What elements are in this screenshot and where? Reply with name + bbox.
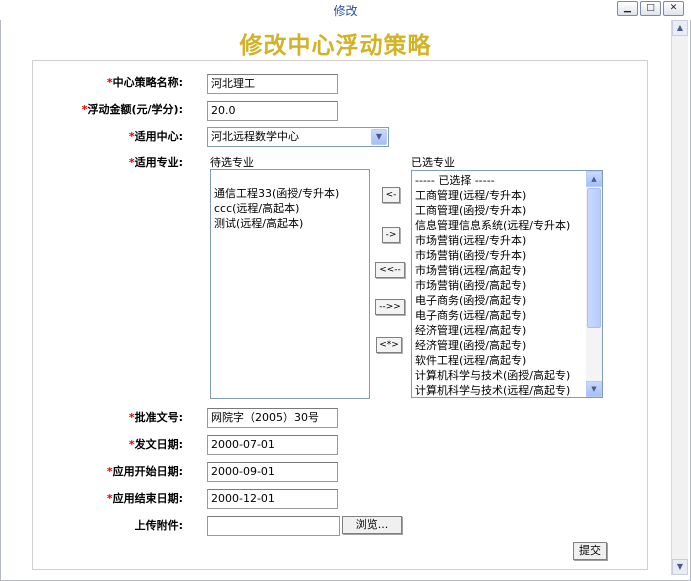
end-date-label: *应用结束日期: bbox=[106, 492, 183, 505]
minimize-icon[interactable]: ▁ bbox=[617, 1, 638, 16]
list-item[interactable]: 通信工程33(函授/专升本) bbox=[211, 186, 369, 201]
swap-button[interactable]: <*> bbox=[376, 337, 402, 353]
available-majors-list[interactable]: 通信工程33(函授/专升本) ccc(远程/高起本) 测试(远程/高起本) bbox=[210, 169, 370, 399]
center-select-value: 河北远程数学中心 bbox=[211, 130, 299, 143]
scroll-up-icon[interactable]: ▲ bbox=[586, 171, 602, 187]
available-majors-caption: 待选专业 bbox=[210, 156, 254, 169]
majors-label: *适用专业: bbox=[128, 156, 183, 169]
attachment-file-input[interactable] bbox=[207, 516, 340, 536]
list-item[interactable]: 电子商务(远程/高起专) bbox=[412, 308, 602, 323]
submit-button[interactable]: 提交 bbox=[573, 542, 607, 560]
list-item[interactable]: 电子商务(函授/高起专) bbox=[412, 293, 602, 308]
move-left-button[interactable]: <- bbox=[382, 187, 400, 203]
center-label: *适用中心: bbox=[128, 130, 183, 143]
scroll-thumb[interactable] bbox=[587, 188, 601, 328]
selected-list-scrollbar[interactable]: ▲ ▼ bbox=[586, 171, 602, 397]
window-title: 修改 bbox=[333, 4, 358, 18]
chevron-down-icon[interactable]: ▼ bbox=[371, 129, 387, 145]
move-all-right-button[interactable]: -->> bbox=[375, 299, 405, 315]
selected-majors-caption: 已选专业 bbox=[411, 156, 455, 169]
list-item[interactable]: 软件工程(远程/高起专) bbox=[412, 353, 602, 368]
maximize-icon[interactable]: □ bbox=[640, 1, 661, 16]
move-right-button[interactable]: -> bbox=[382, 227, 400, 243]
issue-date-input[interactable]: 2000-07-01 bbox=[207, 435, 338, 455]
list-item[interactable]: 经济管理(远程/高起专) bbox=[412, 323, 602, 338]
float-amount-input[interactable]: 20.0 bbox=[207, 101, 338, 121]
policy-name-label: *中心策略名称: bbox=[106, 76, 183, 89]
list-item[interactable]: 计算机科学与技术(函授/高起专) bbox=[412, 368, 602, 383]
list-item[interactable]: 工商管理(函授/专升本) bbox=[412, 203, 602, 218]
move-all-left-button[interactable]: <<-- bbox=[375, 262, 405, 278]
list-item[interactable]: 工商管理(远程/专升本) bbox=[412, 188, 602, 203]
issue-date-label: *发文日期: bbox=[128, 438, 183, 451]
approval-no-label: *批准文号: bbox=[128, 411, 183, 424]
page-title: 修改中心浮动策略 bbox=[239, 32, 432, 59]
list-item[interactable]: ----- 已选择 ----- bbox=[412, 173, 602, 188]
close-icon[interactable]: ✕ bbox=[663, 1, 684, 16]
float-amount-label: *浮动金额(元/学分): bbox=[81, 103, 183, 116]
list-item[interactable]: 市场营销(函授/专升本) bbox=[412, 248, 602, 263]
end-date-input[interactable]: 2000-12-01 bbox=[207, 489, 338, 509]
policy-name-input[interactable]: 河北理工 bbox=[207, 74, 338, 94]
list-item[interactable]: 测试(远程/高起本) bbox=[211, 216, 369, 231]
list-item[interactable]: 市场营销(函授/高起专) bbox=[412, 278, 602, 293]
list-item[interactable]: 信息管理信息系统(远程/专升本) bbox=[412, 218, 602, 233]
attachment-label: 上传附件: bbox=[134, 519, 183, 532]
selected-majors-list[interactable]: ----- 已选择 ----- 工商管理(远程/专升本) 工商管理(函授/专升本… bbox=[411, 170, 603, 398]
start-date-input[interactable]: 2000-09-01 bbox=[207, 462, 338, 482]
scroll-down-icon[interactable]: ▼ bbox=[586, 381, 602, 397]
page-scrollbar[interactable]: ▲ ▼ bbox=[671, 20, 688, 575]
approval-no-input[interactable]: 网院字（2005）30号 bbox=[207, 408, 338, 428]
list-item[interactable]: ccc(远程/高起本) bbox=[211, 201, 369, 216]
browse-button[interactable]: 浏览... bbox=[342, 516, 402, 534]
center-select[interactable]: 河北远程数学中心 ▼ bbox=[207, 127, 389, 147]
start-date-label: *应用开始日期: bbox=[106, 465, 183, 478]
list-item[interactable]: 经济管理(函授/高起专) bbox=[412, 338, 602, 353]
list-item[interactable]: 市场营销(远程/专升本) bbox=[412, 233, 602, 248]
scroll-up-icon[interactable]: ▲ bbox=[672, 20, 688, 36]
list-item[interactable]: 市场营销(远程/高起专) bbox=[412, 263, 602, 278]
list-item[interactable]: 计算机科学与技术(远程/高起专) bbox=[412, 383, 602, 397]
scroll-down-icon[interactable]: ▼ bbox=[672, 559, 688, 575]
